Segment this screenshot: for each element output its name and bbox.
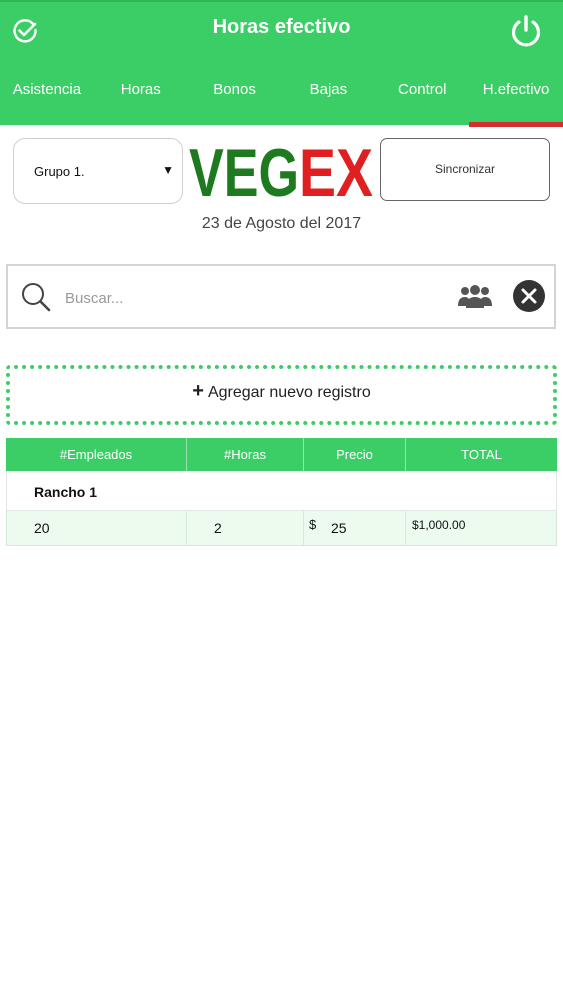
power-icon[interactable] (509, 14, 543, 48)
clear-search-icon[interactable] (512, 279, 546, 313)
col-total: TOTAL (461, 447, 502, 462)
plus-icon: + (192, 380, 204, 402)
table-group-row: Rancho 1 (6, 471, 557, 511)
horas-value: 2 (214, 520, 222, 536)
svg-text:EX: EX (299, 135, 373, 202)
table-header: #Empleados #Horas Precio TOTAL (6, 438, 557, 471)
cell-empleados[interactable]: 20 (6, 511, 187, 546)
tab-bar: Asistencia Horas Bonos Bajas Control H.e… (0, 74, 563, 127)
tab-bajas[interactable]: Bajas (281, 74, 375, 127)
group-select[interactable]: Grupo 1. ▼ (13, 138, 183, 204)
hours-table: #Empleados #Horas Precio TOTAL Rancho 1 … (6, 438, 557, 546)
currency-symbol: $ (309, 517, 317, 532)
search-icon[interactable] (20, 281, 52, 313)
tab-bonos[interactable]: Bonos (188, 74, 282, 127)
search-bar (6, 264, 556, 329)
add-record-button[interactable]: + Agregar nuevo registro (6, 365, 557, 425)
sync-button[interactable]: Sincronizar (380, 138, 550, 201)
cell-horas[interactable]: 2 (187, 511, 304, 546)
vegex-logo: VEG EX (189, 135, 373, 202)
cell-precio[interactable]: $ 25 (304, 511, 406, 546)
search-input[interactable] (63, 284, 427, 312)
col-empleados: #Empleados (6, 438, 187, 471)
group-icon[interactable] (458, 282, 492, 310)
total-value: $1,000.00 (412, 518, 466, 532)
group-select-value: Grupo 1. (34, 164, 85, 179)
table-row[interactable]: 20 2 $ 25 $1,000.00 (6, 511, 557, 546)
page-title: Horas efectivo (212, 16, 351, 38)
col-precio: Precio (304, 438, 406, 471)
tab-control[interactable]: Control (375, 74, 469, 127)
svg-text:VEG: VEG (189, 135, 299, 202)
cell-total: $1,000.00 (406, 511, 557, 546)
current-date: 23 de Agosto del 2017 (201, 215, 362, 232)
app-bar: Horas efectivo Asistencia Horas Bonos Ba… (0, 0, 563, 127)
tab-asistencia[interactable]: Asistencia (0, 74, 94, 127)
empleados-value: 20 (34, 520, 50, 536)
add-record-label: Agregar nuevo registro (207, 384, 371, 401)
tab-horas[interactable]: Horas (94, 74, 188, 127)
precio-value: 25 (331, 520, 347, 536)
tab-h-efectivo[interactable]: H.efectivo (469, 74, 563, 127)
dropdown-arrow-icon: ▼ (162, 163, 174, 177)
col-horas: #Horas (187, 438, 304, 471)
